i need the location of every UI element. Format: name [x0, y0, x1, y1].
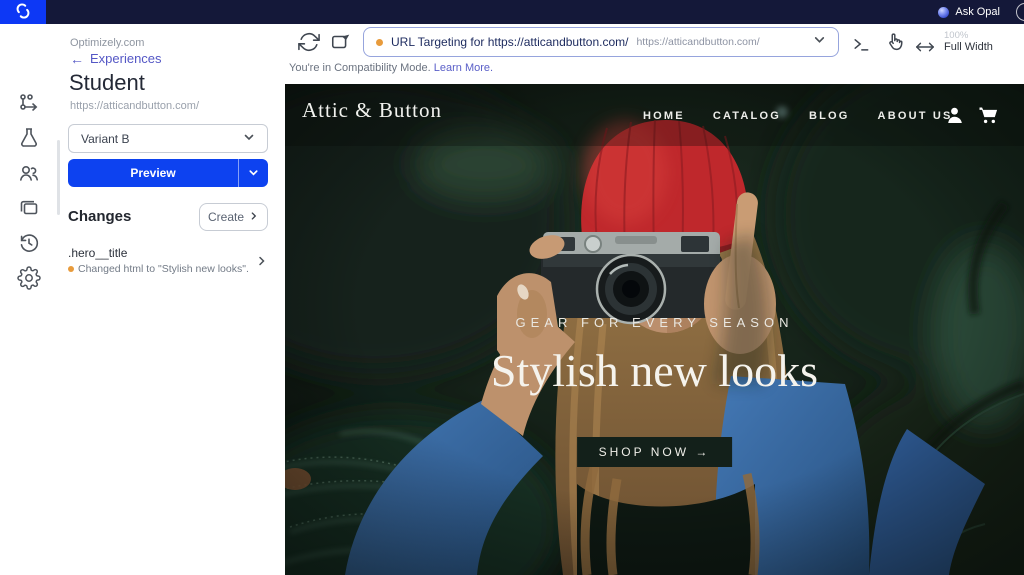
- open-page-icon[interactable]: [329, 31, 353, 55]
- site-nav: HOME CATALOG BLOG ABOUT US: [643, 110, 953, 122]
- compatibility-text: You're in Compatibility Mode.: [289, 62, 431, 74]
- settings-gear-icon[interactable]: [17, 266, 41, 290]
- url-targeting-dropdown[interactable]: URL Targeting for https://atticandbutton…: [363, 27, 839, 57]
- chevron-right-icon: [256, 254, 268, 272]
- top-app-bar: Ask Opal: [0, 0, 1024, 24]
- history-icon[interactable]: [17, 231, 41, 255]
- learn-more-link[interactable]: Learn More.: [434, 62, 493, 74]
- account-label: Optimizely.com: [70, 37, 144, 49]
- full-width-arrows-icon[interactable]: [913, 36, 937, 60]
- opal-orb-icon: [938, 7, 949, 18]
- optimizely-logo-icon: [14, 2, 32, 23]
- interact-pointer-icon[interactable]: [883, 31, 907, 55]
- ask-opal-button[interactable]: Ask Opal: [932, 5, 1006, 19]
- change-selector: .hero__title: [68, 246, 268, 260]
- url-targeting-label: URL Targeting for https://atticandbutton…: [391, 35, 628, 49]
- nav-about-us[interactable]: ABOUT US: [878, 110, 953, 122]
- optimizely-visual-editor: Ask Opal: [0, 0, 1024, 575]
- change-description: Changed html to "Stylish new looks".: [78, 263, 249, 275]
- optimizely-logo[interactable]: [0, 0, 46, 24]
- changes-heading: Changes: [68, 208, 131, 225]
- shop-now-button[interactable]: SHOP NOW →: [577, 437, 733, 467]
- url-targeting-hint: https://atticandbutton.com/: [636, 36, 805, 48]
- change-list-item[interactable]: .hero__title Changed html to "Stylish ne…: [68, 246, 268, 275]
- cart-icon[interactable]: [979, 107, 998, 127]
- experience-title: Student: [69, 70, 145, 96]
- experience-url: https://atticandbutton.com/: [70, 100, 199, 112]
- pages-icon[interactable]: [17, 196, 41, 220]
- targeting-status-dot-icon: [376, 39, 383, 46]
- audiences-icon[interactable]: [17, 161, 41, 185]
- site-logo[interactable]: Attic & Button: [302, 98, 442, 123]
- code-console-icon[interactable]: [849, 33, 873, 57]
- change-description-row: Changed html to "Stylish new looks".: [68, 263, 268, 275]
- nav-catalog[interactable]: CATALOG: [713, 110, 781, 122]
- chevron-right-icon: [249, 210, 259, 224]
- site-preview-frame: Attic & Button HOME CATALOG BLOG ABOUT U…: [285, 84, 1024, 575]
- hero-title: Stylish new looks: [285, 344, 1024, 397]
- hero-eyebrow: GEAR FOR EVERY SEASON: [285, 315, 1024, 330]
- ask-opal-label: Ask Opal: [955, 6, 1000, 18]
- variant-select[interactable]: Variant B: [68, 124, 268, 153]
- back-arrow-icon: ←: [70, 52, 84, 66]
- preview-button[interactable]: Preview: [68, 159, 238, 187]
- nav-blog[interactable]: BLOG: [809, 110, 850, 122]
- chevron-down-icon: [813, 33, 826, 51]
- back-link-label: Experiences: [90, 51, 162, 66]
- chevron-down-icon: [248, 166, 259, 181]
- back-to-experiences-link[interactable]: ← Experiences: [70, 51, 162, 66]
- variant-select-value: Variant B: [81, 132, 129, 146]
- compatibility-notice: You're in Compatibility Mode. Learn More…: [289, 62, 493, 74]
- partial-avatar-icon[interactable]: [1016, 3, 1024, 21]
- account-person-icon[interactable]: [947, 107, 962, 127]
- width-mode-label: Full Width: [944, 41, 993, 53]
- refresh-icon[interactable]: [297, 31, 321, 55]
- preview-split-button: Preview: [68, 159, 268, 187]
- editor-sidebar: [0, 24, 58, 575]
- preview-dropdown-button[interactable]: [238, 159, 268, 187]
- sidebar-scroll-indicator[interactable]: [57, 140, 60, 215]
- nav-home[interactable]: HOME: [643, 110, 685, 122]
- experiment-flask-icon[interactable]: [17, 126, 41, 150]
- create-change-button[interactable]: Create: [199, 203, 268, 231]
- chevron-down-icon: [243, 131, 255, 146]
- journey-flow-icon[interactable]: [17, 91, 41, 115]
- topbar-right: Ask Opal: [932, 3, 1024, 21]
- zoom-level: 100%: [944, 30, 968, 41]
- create-button-label: Create: [208, 210, 244, 224]
- change-status-dot-icon: [68, 266, 74, 272]
